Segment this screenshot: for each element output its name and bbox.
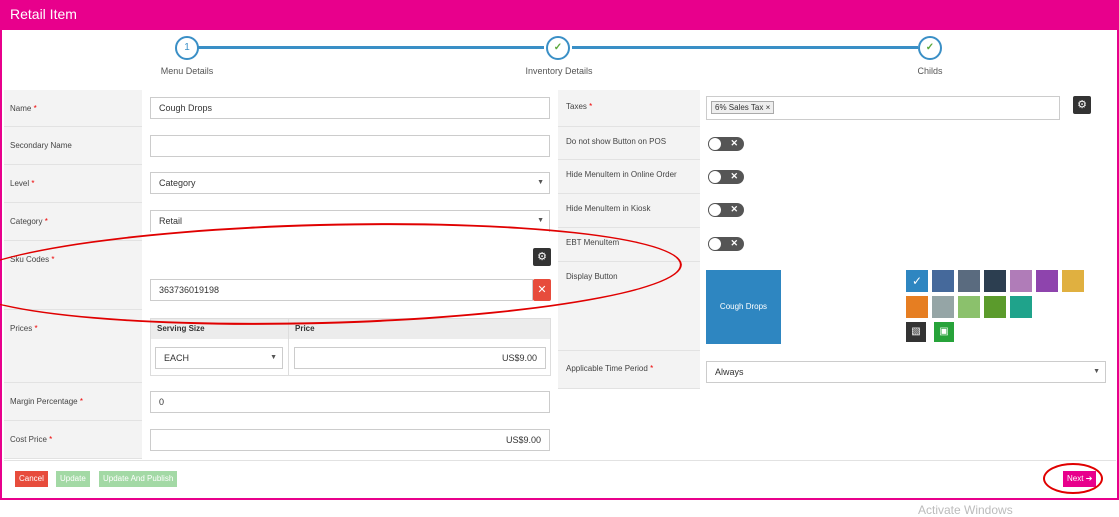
hide-kiosk-toggle[interactable]: ✕ — [708, 203, 744, 217]
step-3-check-icon[interactable]: ✓ — [918, 36, 942, 60]
prices-table: Serving Size Price EACH ▼ US$9.00 — [150, 318, 551, 376]
color-swatch[interactable] — [1062, 270, 1084, 292]
update-and-publish-button[interactable]: Update And Publish — [99, 471, 178, 487]
update-button[interactable]: Update — [56, 471, 90, 487]
color-swatch[interactable] — [958, 296, 980, 318]
category-select[interactable]: Retail ▼ — [150, 210, 550, 232]
name-input[interactable]: Cough Drops — [150, 97, 550, 119]
display-button-preview: Cough Drops — [706, 270, 781, 344]
page-title: Retail Item — [10, 6, 77, 22]
do-not-show-toggle[interactable]: ✕ — [708, 137, 744, 151]
chevron-down-icon: ▼ — [537, 217, 544, 224]
name-label: Name * — [4, 90, 142, 127]
remove-sku-button[interactable]: ✕ — [533, 279, 551, 301]
do-not-show-label: Do not show Button on POS — [558, 127, 700, 160]
chevron-down-icon: ▼ — [1093, 368, 1100, 375]
next-button[interactable]: Next ➔ — [1063, 471, 1097, 487]
secondary-name-input[interactable] — [150, 135, 550, 157]
margin-percentage-input[interactable]: 0 — [150, 391, 550, 413]
wizard-stepper: 1 ✓ ✓ Menu Details Inventory Details Chi… — [0, 30, 1119, 85]
sku-code-input[interactable]: 363736019198 — [150, 279, 533, 301]
serving-size-header: Serving Size — [157, 324, 205, 333]
cost-price-input[interactable]: US$9.00 — [150, 429, 550, 451]
ebt-label: EBT MenuItem — [558, 228, 700, 262]
chevron-down-icon: ▼ — [537, 179, 544, 186]
display-button-label: Display Button — [558, 262, 700, 351]
time-period-select[interactable]: Always ▼ — [706, 361, 1106, 383]
margin-percentage-label: Margin Percentage * — [4, 383, 142, 421]
level-label: Level * — [4, 165, 142, 203]
step-2-check-icon[interactable]: ✓ — [546, 36, 570, 60]
color-swatch[interactable] — [1010, 296, 1032, 318]
tax-tag: 6% Sales Tax × — [711, 101, 775, 114]
hide-kiosk-label: Hide MenuItem in Kiosk — [558, 194, 700, 228]
color-swatch[interactable] — [906, 296, 928, 318]
serving-size-select[interactable]: EACH ▼ — [155, 347, 283, 369]
color-swatch[interactable] — [1010, 270, 1032, 292]
color-swatch[interactable] — [958, 270, 980, 292]
cancel-button[interactable]: Cancel — [15, 471, 48, 487]
color-swatch[interactable] — [932, 270, 954, 292]
price-header: Price — [295, 324, 315, 333]
sku-codes-label: Sku Codes * — [4, 241, 142, 310]
taxes-multiselect[interactable]: 6% Sales Tax × — [706, 96, 1060, 120]
cost-price-label: Cost Price * — [4, 421, 142, 459]
taxes-label: Taxes * — [558, 90, 700, 127]
step-connector — [198, 46, 544, 49]
ebt-toggle[interactable]: ✕ — [708, 237, 744, 251]
color-swatch[interactable]: ✓ — [906, 270, 928, 292]
step-connector — [572, 46, 918, 49]
level-select[interactable]: Category ▼ — [150, 172, 550, 194]
sku-settings-button[interactable]: ⚙ — [533, 248, 551, 266]
color-swatch[interactable] — [932, 296, 954, 318]
image-upload-icon[interactable]: ▧ — [906, 322, 926, 342]
step-3-label[interactable]: Childs — [860, 66, 1000, 76]
tax-settings-button[interactable]: ⚙ — [1073, 96, 1091, 114]
category-label: Category * — [4, 203, 142, 241]
arrow-right-icon: ➔ — [1085, 474, 1093, 483]
remove-tag-icon[interactable]: × — [766, 103, 771, 112]
price-input[interactable]: US$9.00 — [294, 347, 546, 369]
color-swatch[interactable] — [984, 296, 1006, 318]
step-2-label[interactable]: Inventory Details — [489, 66, 629, 76]
hide-online-label: Hide MenuItem in Online Order — [558, 160, 700, 194]
panel-header: Retail Item — [0, 0, 1119, 30]
color-swatch[interactable] — [984, 270, 1006, 292]
color-swatch[interactable] — [1036, 270, 1058, 292]
time-period-label: Applicable Time Period * — [558, 351, 700, 389]
image-gallery-icon[interactable]: ▣ — [934, 322, 954, 342]
os-watermark: Activate Windows — [918, 503, 1013, 517]
step-1-label[interactable]: Menu Details — [117, 66, 257, 76]
step-1-indicator[interactable]: 1 — [175, 36, 199, 60]
chevron-down-icon: ▼ — [270, 354, 277, 361]
hide-online-toggle[interactable]: ✕ — [708, 170, 744, 184]
secondary-name-label: Secondary Name — [4, 127, 142, 165]
prices-label: Prices * — [4, 310, 142, 383]
